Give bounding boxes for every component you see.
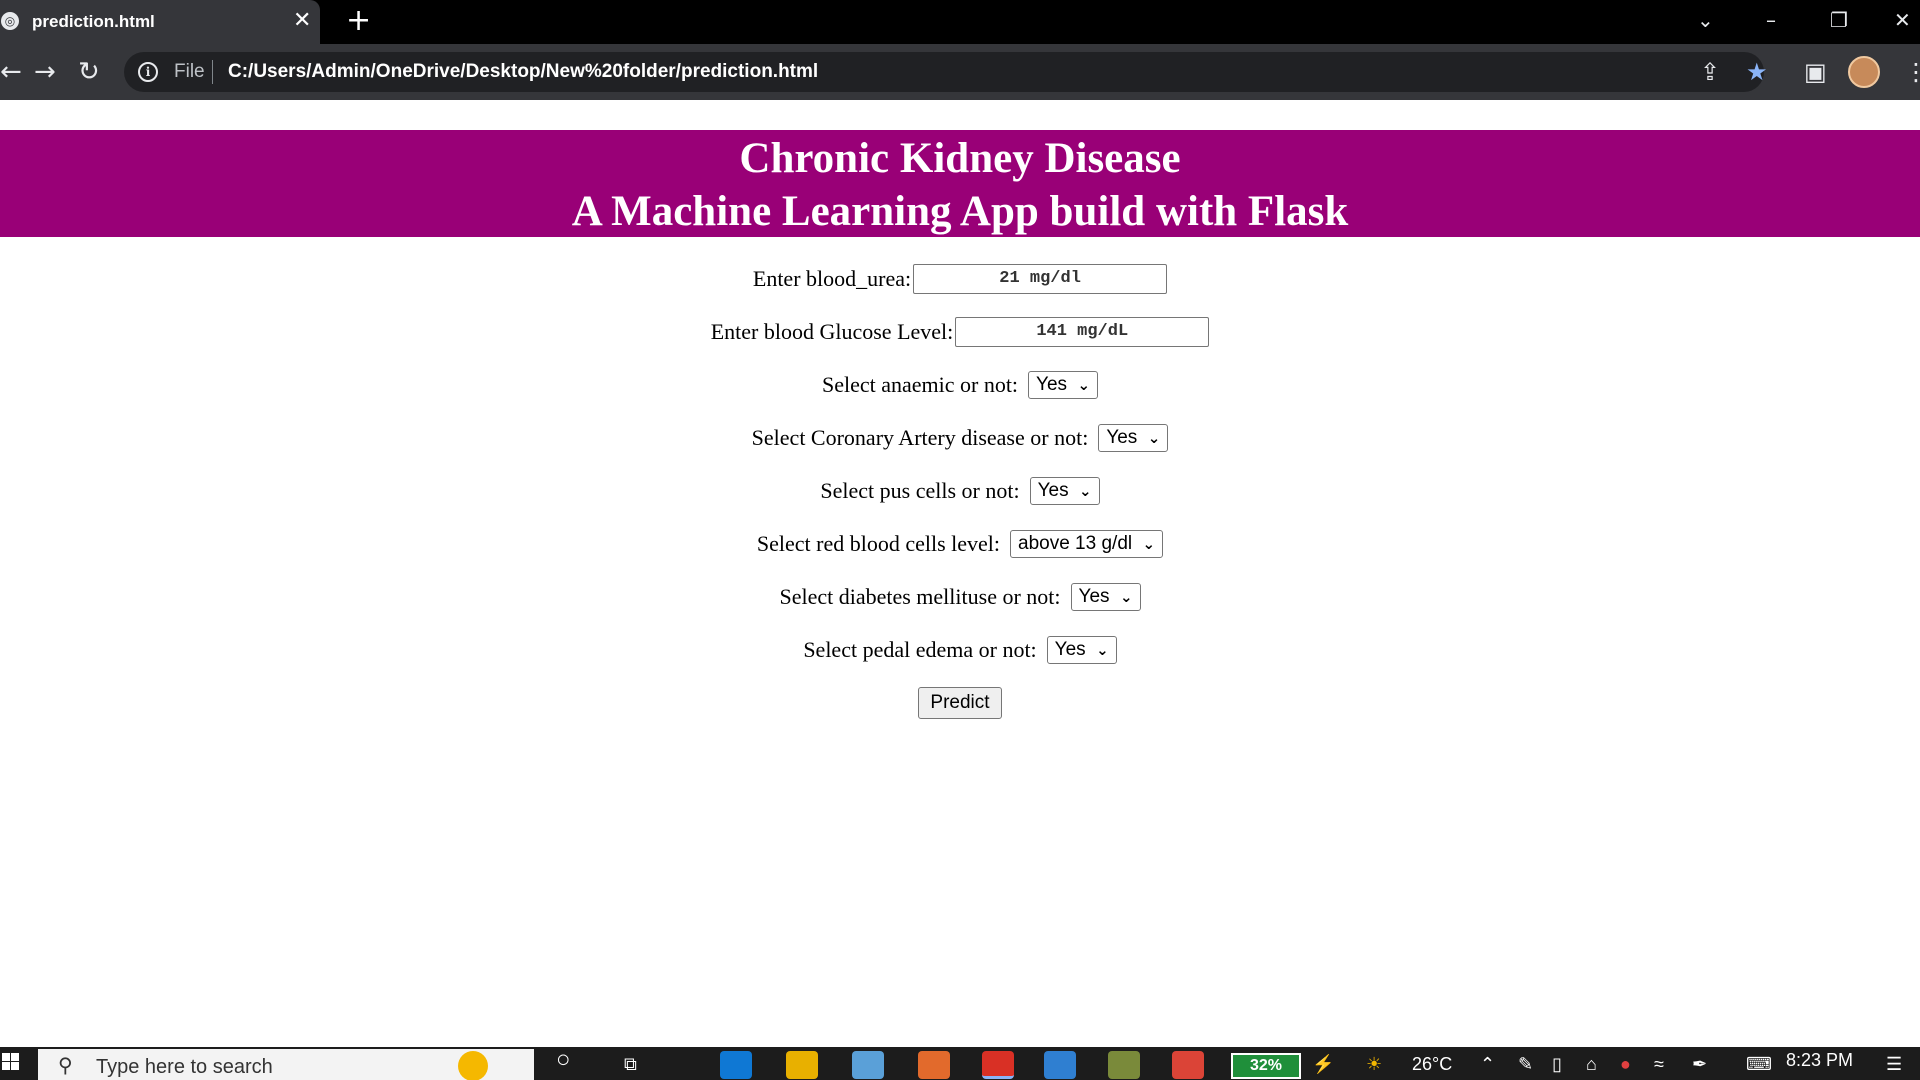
photos-icon[interactable] bbox=[1044, 1051, 1076, 1079]
search-icon: ⚲ bbox=[58, 1053, 73, 1077]
tab-title: prediction.html bbox=[32, 12, 155, 31]
windows-start-icon[interactable] bbox=[0, 1047, 36, 1080]
taskbar-search-box[interactable]: ⚲ Type here to search bbox=[38, 1049, 534, 1080]
diabetes-row: Select diabetes mellituse or not: Yes ⌄ bbox=[0, 581, 1920, 613]
weather-sun-icon bbox=[458, 1051, 488, 1080]
pedal-edema-selected-value: Yes bbox=[1054, 639, 1086, 660]
reload-icon[interactable]: ↻ bbox=[78, 58, 100, 86]
battery-indicator[interactable]: 32% bbox=[1231, 1053, 1301, 1079]
edge-icon[interactable] bbox=[720, 1051, 752, 1079]
wifi-icon[interactable]: ≈ bbox=[1654, 1053, 1664, 1075]
browser-tab[interactable]: ◎ prediction.html ✕ bbox=[0, 0, 320, 44]
browser-toolbar: ← → ↻ i File C:/Users/Admin/OneDrive/Des… bbox=[0, 44, 1920, 100]
pus-cells-selected-value: Yes bbox=[1037, 480, 1069, 501]
tab-search-chevron-icon[interactable]: ⌄ bbox=[1697, 8, 1714, 32]
device-icon[interactable]: ▯ bbox=[1552, 1053, 1562, 1075]
profile-avatar[interactable] bbox=[1848, 56, 1880, 88]
windows-taskbar: ⚲ Type here to search ○ ⧉ 32% ⚡ ☀ 26°C ⌃… bbox=[0, 1047, 1920, 1080]
page-header-banner: Chronic Kidney Disease A Machine Learnin… bbox=[0, 130, 1920, 237]
pus-cells-row: Select pus cells or not: Yes ⌄ bbox=[0, 475, 1920, 507]
page-title: Chronic Kidney Disease bbox=[739, 135, 1181, 182]
clock-time[interactable]: 8:23 PM bbox=[1786, 1049, 1853, 1071]
chevron-down-icon: ⌄ bbox=[1142, 535, 1156, 553]
network-icon[interactable]: ⌂ bbox=[1586, 1053, 1597, 1075]
diabetes-select[interactable]: Yes ⌄ bbox=[1070, 583, 1141, 611]
predict-button[interactable]: Predict bbox=[918, 687, 1002, 719]
bookmark-star-icon[interactable]: ★ bbox=[1746, 58, 1768, 86]
blood-urea-label: Enter blood_urea: bbox=[752, 266, 912, 291]
anaemic-select[interactable]: Yes ⌄ bbox=[1028, 371, 1099, 399]
info-icon[interactable]: i bbox=[138, 62, 158, 82]
globe-icon: ◎ bbox=[1, 12, 19, 30]
url-scheme: File bbox=[174, 61, 205, 82]
chevron-down-icon: ⌄ bbox=[1096, 641, 1109, 659]
minimize-icon[interactable]: – bbox=[1766, 8, 1776, 32]
divider bbox=[212, 60, 213, 84]
blood-urea-input[interactable]: 21 mg/dl bbox=[913, 264, 1168, 294]
anaemic-row: Select anaemic or not: Yes ⌄ bbox=[0, 369, 1920, 401]
chevron-down-icon: ⌄ bbox=[1079, 482, 1092, 500]
pedal-edema-row: Select pedal edema or not: Yes ⌄ bbox=[0, 634, 1920, 666]
app-icon[interactable] bbox=[918, 1051, 950, 1079]
forward-icon[interactable]: → bbox=[34, 58, 56, 86]
url-text[interactable]: C:/Users/Admin/OneDrive/Desktop/New%20fo… bbox=[228, 60, 818, 84]
rbc-label: Select red blood cells level: bbox=[756, 531, 1001, 556]
cad-select[interactable]: Yes ⌄ bbox=[1098, 424, 1169, 452]
notifications-icon[interactable]: ☰ bbox=[1886, 1053, 1902, 1075]
cad-row: Select Coronary Artery disease or not: Y… bbox=[0, 422, 1920, 454]
page-subtitle: A Machine Learning App build with Flask bbox=[571, 188, 1349, 235]
pen-icon[interactable]: ✎ bbox=[1518, 1053, 1533, 1075]
show-hidden-icons-icon[interactable]: ⌃ bbox=[1480, 1053, 1495, 1075]
address-bar[interactable]: i File C:/Users/Admin/OneDrive/Desktop/N… bbox=[124, 52, 1764, 92]
chrome-icon[interactable] bbox=[1172, 1051, 1204, 1079]
menu-icon[interactable]: ⋮ bbox=[1904, 58, 1920, 86]
cad-selected-value: Yes bbox=[1106, 427, 1138, 448]
rbc-selected-value: above 13 g/dl bbox=[1018, 533, 1133, 554]
back-icon[interactable]: ← bbox=[0, 58, 22, 86]
diabetes-selected-value: Yes bbox=[1078, 586, 1110, 607]
pedal-edema-label: Select pedal edema or not: bbox=[803, 637, 1037, 662]
close-tab-icon[interactable]: ✕ bbox=[293, 9, 311, 33]
cortana-icon[interactable]: ○ bbox=[556, 1048, 571, 1072]
security-icon[interactable]: ● bbox=[1620, 1053, 1631, 1075]
pus-cells-label: Select pus cells or not: bbox=[820, 478, 1020, 503]
temperature-text[interactable]: 26°C bbox=[1412, 1053, 1452, 1075]
plug-icon: ⚡ bbox=[1312, 1054, 1335, 1074]
pen-menu-icon[interactable]: ✒ bbox=[1692, 1053, 1707, 1075]
submit-row: Predict bbox=[0, 687, 1920, 719]
prediction-form: Enter blood_urea: 21 mg/dl Enter blood G… bbox=[0, 263, 1920, 719]
rbc-select[interactable]: above 13 g/dl ⌄ bbox=[1010, 530, 1164, 558]
chevron-down-icon: ⌄ bbox=[1119, 588, 1133, 606]
notepad-icon[interactable] bbox=[852, 1051, 884, 1079]
file-explorer-icon[interactable] bbox=[786, 1051, 818, 1079]
close-window-icon[interactable]: ✕ bbox=[1894, 8, 1911, 32]
browser-tab-bar: ◎ prediction.html ✕ + ⌄ – ❐ ✕ bbox=[0, 0, 1920, 44]
blood-urea-row: Enter blood_urea: 21 mg/dl bbox=[0, 263, 1920, 295]
side-panel-icon[interactable]: ▣ bbox=[1804, 58, 1827, 86]
chevron-down-icon: ⌄ bbox=[1077, 376, 1091, 394]
chevron-down-icon: ⌄ bbox=[1147, 429, 1161, 447]
weather-icon: ☀ bbox=[1366, 1054, 1383, 1074]
task-view-icon[interactable]: ⧉ bbox=[624, 1053, 637, 1075]
pedal-edema-select[interactable]: Yes ⌄ bbox=[1046, 636, 1117, 664]
pus-cells-select[interactable]: Yes ⌄ bbox=[1029, 477, 1100, 505]
glucose-label: Enter blood Glucose Level: bbox=[710, 319, 954, 344]
keyboard-icon[interactable]: ⌨ bbox=[1746, 1053, 1772, 1075]
glucose-row: Enter blood Glucose Level: 141 mg/dL bbox=[0, 316, 1920, 348]
rbc-row: Select red blood cells level: above 13 g… bbox=[0, 528, 1920, 560]
search-placeholder: Type here to search bbox=[96, 1056, 273, 1078]
glucose-input[interactable]: 141 mg/dL bbox=[955, 317, 1210, 347]
app-icon[interactable] bbox=[1108, 1051, 1140, 1079]
cad-label: Select Coronary Artery disease or not: bbox=[751, 425, 1089, 450]
anaemic-label: Select anaemic or not: bbox=[821, 372, 1019, 397]
diabetes-label: Select diabetes mellituse or not: bbox=[779, 584, 1061, 609]
share-icon[interactable]: ⇪ bbox=[1700, 58, 1720, 86]
anaemic-selected-value: Yes bbox=[1036, 374, 1068, 395]
restore-icon[interactable]: ❐ bbox=[1830, 8, 1848, 32]
chrome-icon-active[interactable] bbox=[982, 1051, 1014, 1079]
new-tab-icon[interactable]: + bbox=[346, 6, 371, 36]
